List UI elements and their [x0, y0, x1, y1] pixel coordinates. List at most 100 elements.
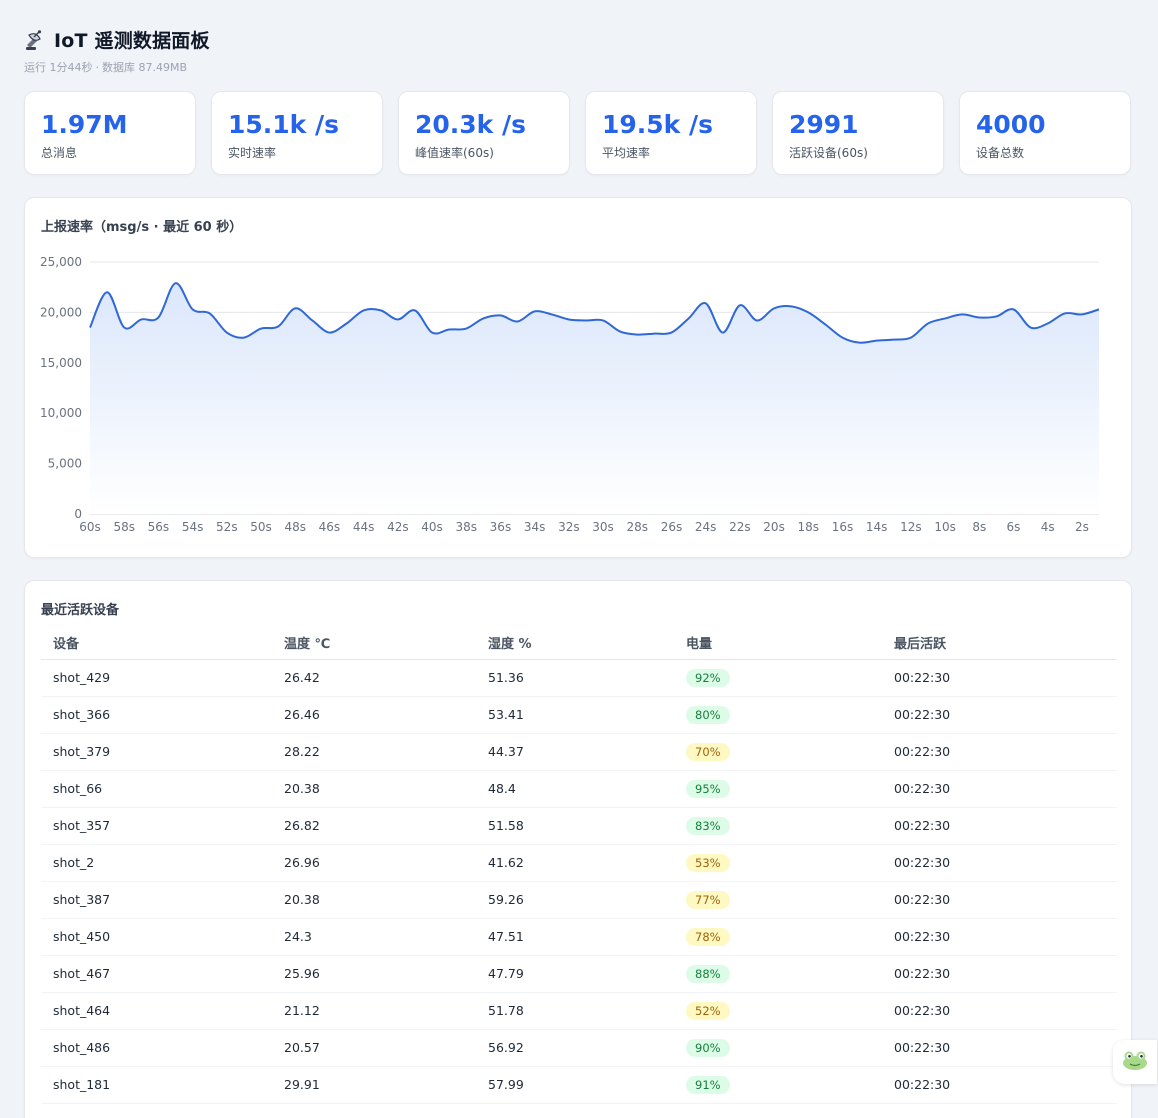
battery-cell: 83%	[674, 807, 882, 845]
x-tick-label: 2s	[1075, 520, 1089, 534]
battery-cell: 95%	[674, 770, 882, 808]
stat-card-average-rate: 19.5k /s 平均速率	[585, 91, 757, 175]
y-tick-label: 25,000	[40, 255, 82, 269]
table-row: shot_366 26.46 53.41 80% 00:22:30	[41, 696, 1117, 734]
humidity-cell: 57.99	[476, 1066, 674, 1104]
x-tick-label: 28s	[626, 520, 648, 534]
x-tick-label: 14s	[866, 520, 888, 534]
device-cell: shot_379	[41, 733, 272, 771]
x-tick-label: 34s	[524, 520, 546, 534]
table-row: shot_66 20.38 48.4 95% 00:22:30	[41, 770, 1117, 808]
satellite-dish-icon	[24, 29, 46, 51]
x-tick-label: 4s	[1041, 520, 1055, 534]
humidity-cell: 44.37	[476, 733, 674, 771]
stats-row: 1.97M 总消息 15.1k /s 实时速率 20.3k /s 峰值速率(60…	[24, 91, 1131, 175]
stat-label: 活跃设备(60s)	[789, 146, 868, 160]
temperature-cell: 28.22	[272, 733, 476, 771]
x-tick-label: 26s	[661, 520, 683, 534]
y-tick-label: 0	[74, 507, 82, 521]
stat-value: 19.5k /s	[602, 110, 714, 139]
battery-cell: 92%	[674, 659, 882, 697]
battery-cell: 90%	[674, 1029, 882, 1067]
table-row: shot_486 20.57 56.92 90% 00:22:30	[41, 1029, 1117, 1067]
battery-badge: 91%	[686, 1075, 730, 1094]
temperature-cell: 26.82	[272, 807, 476, 845]
temperature-cell: 29.91	[272, 1066, 476, 1104]
battery-badge: 95%	[686, 779, 730, 798]
humidity-cell: 56.92	[476, 1029, 674, 1067]
rate-chart: 0 5,000 10,000 15,000 20,000 25,000 60s 58s 56s 5…	[40, 255, 1100, 534]
battery-badge: 78%	[686, 927, 730, 946]
temperature-cell: 26.42	[272, 659, 476, 697]
x-tick-label: 40s	[421, 520, 443, 534]
device-cell: shot_464	[41, 992, 272, 1030]
battery-badge: 80%	[686, 705, 730, 724]
x-tick-label: 54s	[182, 520, 204, 534]
stat-value: 15.1k /s	[228, 110, 340, 139]
battery-badge: 70%	[686, 742, 730, 761]
last-active-cell: 00:22:30	[882, 659, 1117, 697]
stat-value: 1.97M	[41, 110, 128, 139]
stat-card-total-messages: 1.97M 总消息	[24, 91, 196, 175]
x-tick-label: 12s	[900, 520, 922, 534]
x-tick-label: 48s	[284, 520, 306, 534]
y-tick-label: 20,000	[40, 305, 82, 319]
battery-cell: 53%	[674, 844, 882, 882]
humidity-cell: 47.51	[476, 918, 674, 956]
last-active-cell: 00:22:30	[882, 955, 1117, 993]
last-active-cell: 00:22:30	[882, 770, 1117, 808]
battery-badge: 83%	[686, 816, 730, 835]
battery-cell: 77%	[674, 881, 882, 919]
page-header: IoT 遥测数据面板 运行 1分44秒 · 数据库 87.49MB	[24, 26, 210, 75]
page-subtitle: 运行 1分44秒 · 数据库 87.49MB	[24, 59, 210, 75]
stat-label: 设备总数	[976, 146, 1025, 160]
temperature-cell: 20.38	[272, 770, 476, 808]
device-cell: shot_2	[41, 844, 272, 882]
stat-card-total-devices: 4000 设备总数	[959, 91, 1131, 175]
last-active-cell: 00:22:30	[882, 807, 1117, 845]
temperature-cell: 20.38	[272, 881, 476, 919]
x-tick-label: 8s	[972, 520, 986, 534]
x-tick-label: 42s	[387, 520, 409, 534]
last-active-cell: 00:22:30	[882, 696, 1117, 734]
temperature-cell: 24.3	[272, 918, 476, 956]
table-title: 最近活跃设备	[41, 603, 120, 618]
x-tick-label: 10s	[934, 520, 956, 534]
battery-badge: 92%	[686, 668, 730, 687]
stat-label: 实时速率	[228, 146, 277, 160]
temperature-cell: 26.96	[272, 844, 476, 882]
last-active-cell: 00:22:30	[882, 918, 1117, 956]
device-cell: shot_387	[41, 881, 272, 919]
page-title: IoT 遥测数据面板	[54, 30, 210, 52]
humidity-cell: 51.58	[476, 807, 674, 845]
devices-table: 设备 温度 ℃ 湿度 % 电量 最后活跃 shot_429 26.42 51.36 9…	[41, 627, 1117, 1104]
stat-label: 平均速率	[602, 146, 651, 160]
x-tick-label: 6s	[1007, 520, 1021, 534]
x-tick-label: 46s	[319, 520, 341, 534]
device-cell: shot_486	[41, 1029, 272, 1067]
temperature-cell: 21.12	[272, 992, 476, 1030]
frog-icon	[1121, 1049, 1149, 1075]
temperature-cell: 20.57	[272, 1029, 476, 1067]
device-cell: shot_66	[41, 770, 272, 808]
stat-value: 4000	[976, 110, 1046, 139]
table-row: shot_387 20.38 59.26 77% 00:22:30	[41, 881, 1117, 919]
stat-card-peak-rate: 20.3k /s 峰值速率(60s)	[398, 91, 570, 175]
humidity-cell: 51.78	[476, 992, 674, 1030]
last-active-cell: 00:22:30	[882, 992, 1117, 1030]
table-row: shot_467 25.96 47.79 88% 00:22:30	[41, 955, 1117, 993]
header-humidity: 湿度 %	[476, 627, 674, 660]
y-tick-label: 10,000	[40, 406, 82, 420]
x-tick-label: 44s	[353, 520, 375, 534]
humidity-cell: 59.26	[476, 881, 674, 919]
device-cell: shot_366	[41, 696, 272, 734]
x-tick-label: 24s	[695, 520, 717, 534]
x-tick-label: 36s	[490, 520, 512, 534]
battery-cell: 80%	[674, 696, 882, 734]
x-tick-label: 20s	[763, 520, 785, 534]
floating-assistant-button[interactable]	[1113, 1040, 1157, 1084]
table-row: shot_429 26.42 51.36 92% 00:22:30	[41, 659, 1117, 697]
x-tick-label: 22s	[729, 520, 751, 534]
stat-value: 2991	[789, 110, 859, 139]
battery-badge: 77%	[686, 890, 730, 909]
